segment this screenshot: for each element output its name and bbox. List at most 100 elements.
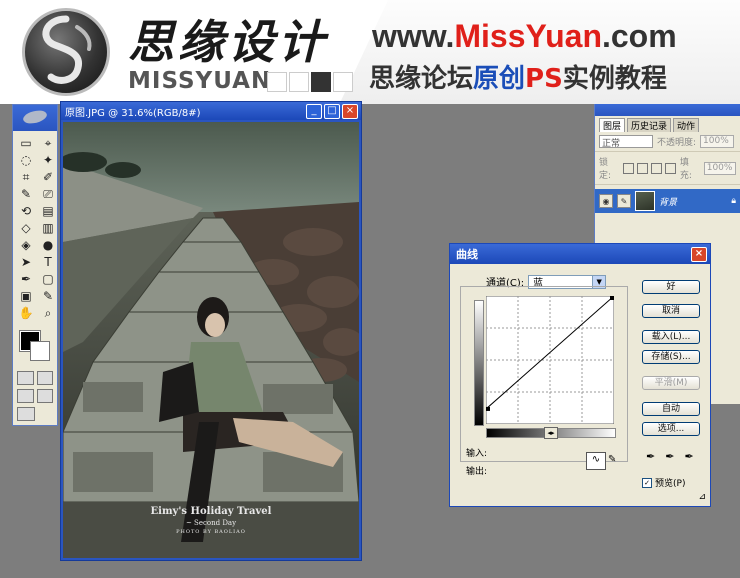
white-eyedropper-icon[interactable]: ✒ [684,450,693,463]
photo-canvas[interactable]: Eimy's Holiday Travel ~ Second Day PHOTO… [63,122,359,558]
jump-to-row [13,405,57,423]
brand-english-name: MISSYUAN [128,68,272,94]
fill-field[interactable]: 100% [703,161,737,175]
document-title: 原图.JPG @ 31.6%(RGB/8#) [65,107,201,119]
photo-scene [63,122,359,558]
jump-to-imageready-icon[interactable] [17,407,35,421]
color-swatches[interactable] [16,329,54,365]
history-brush-tool-icon[interactable]: ▤ [38,203,58,219]
brand-chinese-name: 思缘设计 [128,15,328,69]
gradient-toggle-icon[interactable]: ◂▸ [544,427,558,439]
black-eyedropper-icon[interactable]: ✒ [646,450,655,463]
ok-button[interactable]: 好 [642,280,700,294]
fill-label: 填充: [679,158,692,181]
standard-mode-icon[interactable] [17,371,34,385]
type-tool-icon[interactable]: T [38,254,58,270]
preview-row[interactable]: ✓ 预览(P) [642,476,685,489]
toolbox-header-feather-icon[interactable] [13,105,57,131]
shape-tool-icon[interactable]: ▢ [38,271,58,287]
caption-credit: PHOTO BY BAOLIAO [176,529,246,535]
layer-lock-icon: 🔒︎ [731,196,736,206]
dodge-tool-icon[interactable]: ● [38,237,58,253]
eyedropper-group: ✒ ✒ ✒ [646,450,694,463]
lasso-tool-icon[interactable]: ◌ [16,152,36,168]
document-window-controls: _ □ × [306,104,358,119]
input-label: 输入: [466,449,488,459]
curves-title: 曲线 [456,248,478,261]
layers-panel-titlebar[interactable] [595,104,740,116]
visibility-eye-icon[interactable]: ◉ [599,194,613,208]
minimize-icon[interactable]: _ [306,104,322,119]
layer-thumbnail [635,191,655,211]
gray-eyedropper-icon[interactable]: ✒ [665,450,674,463]
site-banner: 思缘设计 MISSYUAN www.MissYuan.com 思缘论坛原创PS实… [0,0,740,104]
curves-dialog: 曲线 × 通道(C): 蓝 ▼ ◂▸ 输入: 输出: ∿ ✎ 好 取消 载入(L… [449,243,711,507]
tool-grid: ▭ ⌖ ◌ ✦ ⌗ ✐ ✎ ⎚ ⟲ ▤ ◇ ▥ ◈ ● ➤ T ✒ ▢ ▣ ✎ ✋ ⌕ [13,131,57,325]
curve-graph[interactable] [486,296,614,424]
healing-brush-tool-icon[interactable]: ✎ [16,186,36,202]
path-select-tool-icon[interactable]: ➤ [16,254,36,270]
output-gradient-bar [474,300,484,426]
eraser-tool-icon[interactable]: ◇ [16,220,36,236]
preview-checkbox[interactable]: ✓ [642,477,652,488]
caption-title: Eimy's Holiday Travel [150,506,272,517]
slice-tool-icon[interactable]: ✐ [38,169,58,185]
load-button[interactable]: 载入(L)... [642,330,700,344]
hand-tool-icon[interactable]: ✋ [16,305,36,321]
lock-transparency-icon[interactable] [622,162,634,174]
missyuan-logo-icon [22,8,110,96]
options-button[interactable]: 选项... [642,422,700,436]
layers-panel-tabs: 图层 历史记录 动作 [595,116,740,132]
lock-icons [622,162,676,174]
notes-tool-icon[interactable]: ▣ [16,288,36,304]
brush-link-icon[interactable]: ✎ [617,194,631,208]
save-button[interactable]: 存储(S)... [642,350,700,364]
quick-mask-icon[interactable] [36,371,53,385]
zoom-tool-icon[interactable]: ⌕ [38,305,58,321]
output-label: 输出: [466,467,488,477]
opacity-label: 不透明度: [657,138,697,148]
blend-row: 正常 不透明度: 100% [595,132,740,152]
resize-grip-icon[interactable]: ⊿ [698,492,706,502]
brush-tool-icon[interactable]: ⎚ [38,186,58,202]
blur-tool-icon[interactable]: ◈ [16,237,36,253]
smooth-button[interactable]: 平滑(M) [642,376,700,390]
pen-tool-icon[interactable]: ✒ [16,271,36,287]
curve-point-end[interactable] [610,296,614,300]
lock-pixels-icon[interactable] [636,162,648,174]
layer-name: 背景 [659,197,678,208]
document-window: 原图.JPG @ 31.6%(RGB/8#) _ □ × Eimy's Holi… [60,101,362,561]
tab-history[interactable]: 历史记录 [627,118,672,132]
site-subtitle: 思缘论坛原创PS实例教程 [369,64,667,94]
site-url: www.MissYuan.com [372,18,677,54]
eyedropper-tool-icon[interactable]: ✎ [38,288,58,304]
layer-row-background[interactable]: ◉ ✎ 背景 🔒︎ [595,189,740,213]
pencil-mode-icon[interactable]: ✎ [608,454,616,465]
magic-wand-tool-icon[interactable]: ✦ [38,152,58,168]
lock-position-icon[interactable] [650,162,662,174]
curve-point-start[interactable] [486,406,490,411]
tab-layers[interactable]: 图层 [599,118,626,132]
auto-button[interactable]: 自动 [642,402,700,416]
close-icon[interactable]: × [691,247,707,262]
toolbox-palette: ▭ ⌖ ◌ ✦ ⌗ ✐ ✎ ⎚ ⟲ ▤ ◇ ▥ ◈ ● ➤ T ✒ ▢ ▣ ✎ ✋ ⌕ [12,104,58,426]
lock-all-icon[interactable] [664,162,676,174]
opacity-field[interactable]: 100% [700,135,735,148]
screen-mode-full-icon[interactable] [36,389,53,403]
photo-caption: Eimy's Holiday Travel ~ Second Day PHOTO… [63,506,359,535]
move-tool-icon[interactable]: ⌖ [38,135,58,151]
maximize-icon[interactable]: □ [324,104,340,119]
screen-mode-standard-icon[interactable] [17,389,34,403]
stamp-tool-icon[interactable]: ⟲ [16,203,36,219]
close-icon[interactable]: × [342,104,358,119]
preview-label: 预览(P) [655,479,686,489]
background-color-swatch[interactable] [30,341,50,361]
curve-mode-icon[interactable]: ∿ [586,452,606,470]
curves-title-bar[interactable]: 曲线 × [450,244,710,264]
blend-mode-select[interactable]: 正常 [599,135,653,149]
tab-actions[interactable]: 动作 [673,118,700,132]
crop-tool-icon[interactable]: ⌗ [16,169,36,185]
gradient-tool-icon[interactable]: ▥ [38,220,58,236]
cancel-button[interactable]: 取消 [642,304,700,318]
marquee-tool-icon[interactable]: ▭ [16,135,36,151]
